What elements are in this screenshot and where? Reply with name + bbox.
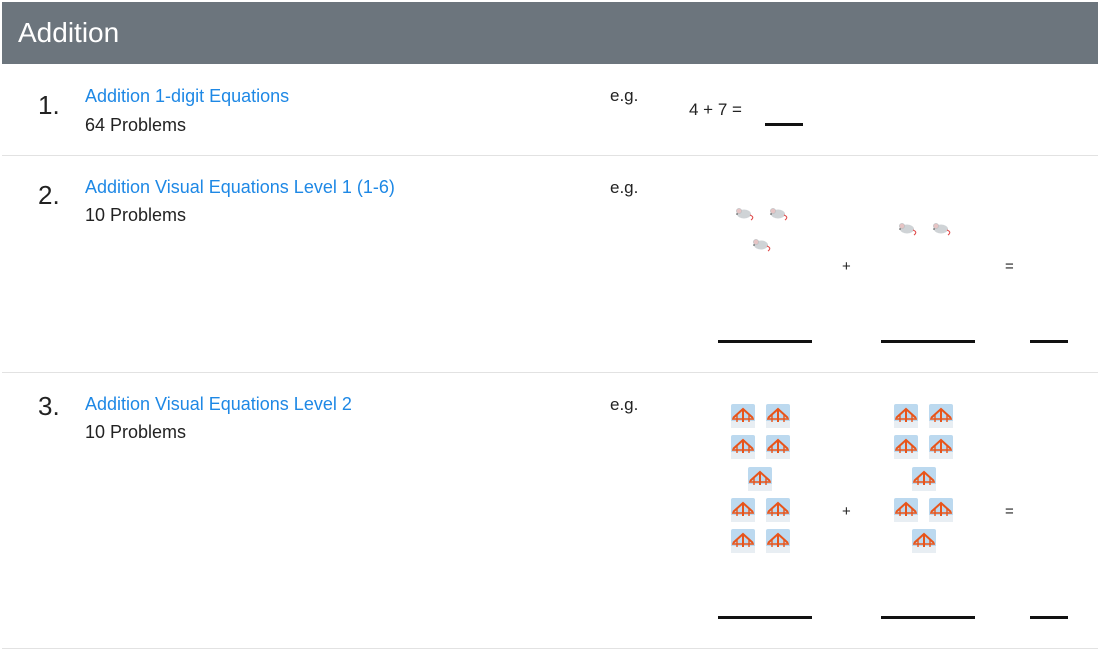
section-header: Addition	[2, 2, 1098, 64]
bridge-landscape-icon	[929, 435, 953, 459]
left-answer-blank	[718, 616, 812, 619]
mouse-icon	[931, 220, 953, 236]
right-answer-blank	[881, 340, 975, 343]
row-number: 2.	[38, 180, 60, 210]
row-number: 1.	[38, 90, 60, 120]
plus-sign: +	[842, 258, 851, 275]
mouse-icon	[768, 205, 790, 221]
bridge-landscape-icon	[748, 467, 772, 491]
sum-answer-blank	[1030, 616, 1068, 619]
bridge-landscape-icon	[766, 529, 790, 553]
bridge-landscape-icon	[731, 498, 755, 522]
mouse-icon	[734, 205, 756, 221]
example-equation: 4 + 7 =	[689, 100, 742, 119]
worksheet-row-3: 3. Addition Visual Equations Level 2 10 …	[2, 373, 1098, 649]
equals-sign: =	[1005, 503, 1014, 520]
bridge-landscape-icon	[731, 529, 755, 553]
worksheet-link[interactable]: Addition 1-digit Equations	[85, 85, 289, 107]
bridge-landscape-icon	[731, 404, 755, 428]
example-label: e.g.	[610, 395, 639, 414]
bridge-landscape-icon	[731, 435, 755, 459]
bridge-landscape-icon	[894, 498, 918, 522]
bridge-landscape-icon	[766, 404, 790, 428]
worksheet-row-2: 2. Addition Visual Equations Level 1 (1-…	[2, 156, 1098, 373]
answer-blank	[765, 123, 803, 126]
left-answer-blank	[718, 340, 812, 343]
bridge-landscape-icon	[894, 404, 918, 428]
row-number: 3.	[38, 391, 60, 421]
worksheet-link[interactable]: Addition Visual Equations Level 1 (1-6)	[85, 176, 395, 198]
bridge-landscape-icon	[929, 404, 953, 428]
bridge-landscape-icon	[929, 498, 953, 522]
bridge-landscape-icon	[912, 467, 936, 491]
section-title: Addition	[18, 17, 120, 48]
right-answer-blank	[881, 616, 975, 619]
bridge-landscape-icon	[912, 529, 936, 553]
row-divider	[2, 648, 1098, 649]
plus-sign: +	[842, 503, 851, 520]
mouse-icon	[751, 236, 773, 252]
worksheet-row-1: 1. Addition 1-digit Equations 64 Problem…	[2, 64, 1098, 156]
mouse-icon	[897, 220, 919, 236]
problem-count: 10 Problems	[85, 205, 187, 225]
example-label: e.g.	[610, 178, 639, 197]
bridge-landscape-icon	[766, 498, 790, 522]
sum-answer-blank	[1030, 340, 1068, 343]
problem-count: 10 Problems	[85, 422, 187, 442]
example-label: e.g.	[610, 86, 639, 105]
worksheet-link[interactable]: Addition Visual Equations Level 2	[85, 393, 352, 415]
bridge-landscape-icon	[766, 435, 790, 459]
bridge-landscape-icon	[894, 435, 918, 459]
problem-count: 64 Problems	[85, 115, 187, 135]
equals-sign: =	[1005, 258, 1014, 275]
